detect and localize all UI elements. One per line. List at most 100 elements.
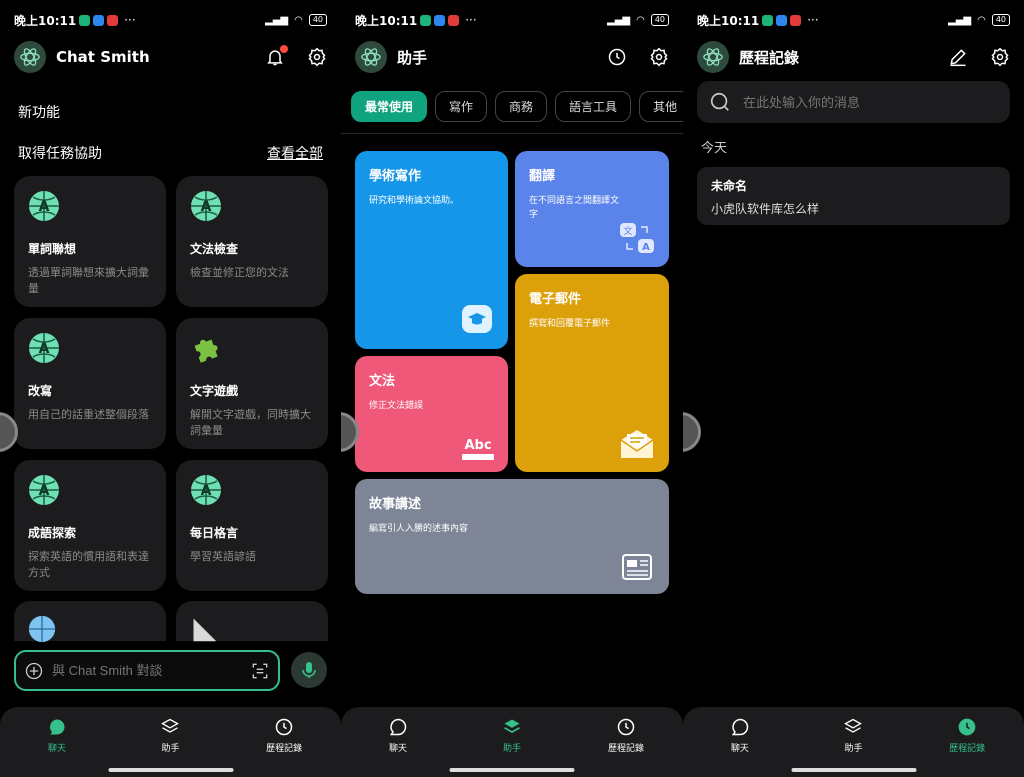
svg-text:A: A [39,341,50,357]
get-help-heading: 取得任務協助 [18,146,102,162]
layers-icon [844,718,863,733]
globe-a-icon: A [29,475,59,505]
card-title: 文法檢查 [190,242,239,256]
chat-input-box[interactable] [14,650,280,691]
nav-label: 聊天 [730,744,749,754]
tab-writing[interactable]: 寫作 [435,91,488,122]
tile-storytelling[interactable]: 故事講述 編寫引人入勝的述事內容 [355,479,669,594]
status-bar: 晚上10:11 ··· ▂▄▆ ◠ 40 [683,0,1024,40]
abc-label: Abc [464,438,492,453]
app-notif-icon [93,14,105,26]
bottom-nav: 聊天 助手 歷程記錄 [341,707,683,777]
chat-input[interactable] [52,663,242,678]
task-card-idiom-explore[interactable]: A 成語探索 探索英語的慣用語和表達方式 [14,460,166,591]
view-all-link[interactable]: 查看全部 [267,143,323,163]
gear-icon[interactable] [990,47,1010,67]
nav-history[interactable]: 歷程記錄 [244,717,324,777]
app-header: 助手 [341,40,683,74]
history-entry[interactable]: 未命名 小虎队软件库怎么样 [697,167,1010,225]
newspaper-icon [622,554,652,580]
status-time: 晚上10:11 [697,13,760,28]
tab-most-used[interactable]: 最常使用 [351,91,428,122]
history-search-box[interactable] [697,81,1010,123]
tab-language-tools[interactable]: 語言工具 [555,91,632,122]
globe-icon [28,615,56,643]
svg-text:A: A [201,483,212,499]
battery-icon: 40 [308,14,327,26]
divider [341,133,683,134]
new-features-heading[interactable]: 新功能 [18,102,60,122]
microphone-icon [302,662,316,678]
task-card-grammar-check[interactable]: A 文法檢查 檢查並修正您的文法 [176,176,328,307]
globe-a-icon: A [191,191,221,221]
svg-text:A: A [39,483,50,499]
bottom-nav: 聊天 助手 歷程記錄 [683,707,1024,777]
signal-icon: ▂▄▆ [607,14,631,26]
plus-circle-icon[interactable] [24,661,44,681]
task-card-partial[interactable] [14,601,166,643]
status-time: 晚上10:11 [14,13,77,28]
today-heading: 今天 [701,141,728,156]
gear-icon[interactable] [307,47,327,67]
clock-icon [275,718,293,736]
task-card-word-game[interactable]: 文字遊戲 解開文字遊戲，同時擴大詞彙量 [176,318,328,449]
history-entry-title: 未命名 [711,179,748,193]
tile-academic-writing[interactable]: 學術寫作 研究和學術論文協助。 [355,151,508,349]
app-title: Chat Smith [56,48,150,66]
card-title: 成語探索 [28,526,77,540]
app-notif-icon [107,14,119,26]
wifi-icon: ◠ [977,14,986,26]
clock-icon[interactable] [607,47,627,67]
bell-icon[interactable] [265,45,288,67]
nav-history[interactable]: 歷程記錄 [927,717,1007,777]
app-notif-icon [79,14,91,26]
card-desc: 解開文字遊戲，同時擴大詞彙量 [190,408,311,437]
search-input[interactable] [743,94,998,110]
svg-text:A: A [642,242,650,253]
app-header: 歷程記錄 [683,40,1024,74]
page-title: 助手 [397,48,428,67]
home-indicator [791,768,916,772]
more-icon: ··· [465,13,477,27]
nav-label: 歷程記錄 [949,744,986,754]
edit-pencil-icon[interactable] [948,47,968,67]
card-desc: 檢查並修正您的文法 [190,266,289,279]
status-bar: 晚上10:11 ··· ▂▄▆ ◠ 40 [0,0,341,40]
tile-translate[interactable]: 翻譯 在不同語言之間翻譯文字 文A [515,151,669,267]
tile-desc: 編寫引人入勝的述事內容 [369,524,469,534]
voice-button[interactable] [291,652,327,688]
battery-icon: 40 [991,14,1010,26]
task-card-daily-quote[interactable]: A 每日格言 學習英語諺語 [176,460,328,591]
globe-a-icon: A [29,333,59,363]
app-notif-icon [790,14,802,26]
floating-bubble[interactable] [683,412,701,452]
assistant-screen: 晚上10:11 ··· ▂▄▆ ◠ 40 助手 最常使用 寫作 商務 語言工具 … [341,0,683,777]
nav-label: 歷程記錄 [266,744,303,754]
translate-icon: 文A [620,223,654,253]
task-card-partial[interactable] [176,601,328,642]
task-card-word-association[interactable]: A 單詞聯想 透過單詞聯想來擴大詞彙量 [14,176,166,307]
nav-history[interactable]: 歷程記錄 [586,717,666,777]
task-card-rewrite[interactable]: A 改寫 用自己的話重述整個段落 [14,318,166,449]
scan-text-icon[interactable] [250,661,270,681]
chatsmith-logo-icon [697,41,729,73]
tile-desc: 修正文法錯誤 [369,401,424,411]
chat-bubble-icon [731,718,749,736]
nav-chat[interactable]: 聊天 [358,717,438,777]
gear-icon[interactable] [649,47,669,67]
nav-chat[interactable]: 聊天 [700,717,780,777]
tab-other[interactable]: 其他 [639,91,683,122]
tile-email[interactable]: 電子郵件 撰寫和回覆電子郵件 [515,274,669,472]
status-icons: ▂▄▆ ◠ 40 [265,14,327,26]
abc-ruler-icon: Abc [462,438,494,460]
tab-business[interactable]: 商務 [495,91,548,122]
search-icon [709,91,731,113]
chatsmith-logo-icon [14,41,46,73]
app-notif-icon [762,14,774,26]
history-screen: 晚上10:11 ··· ▂▄▆ ◠ 40 歷程記錄 今天 未命名 小虎队软件库怎… [683,0,1024,777]
nav-chat[interactable]: 聊天 [17,717,97,777]
layers-icon [161,718,180,733]
bottom-nav: 聊天 助手 歷程記錄 [0,707,341,777]
history-entry-subtitle: 小虎队软件库怎么样 [711,202,820,216]
tile-grammar[interactable]: 文法 修正文法錯誤 Abc [355,356,508,472]
